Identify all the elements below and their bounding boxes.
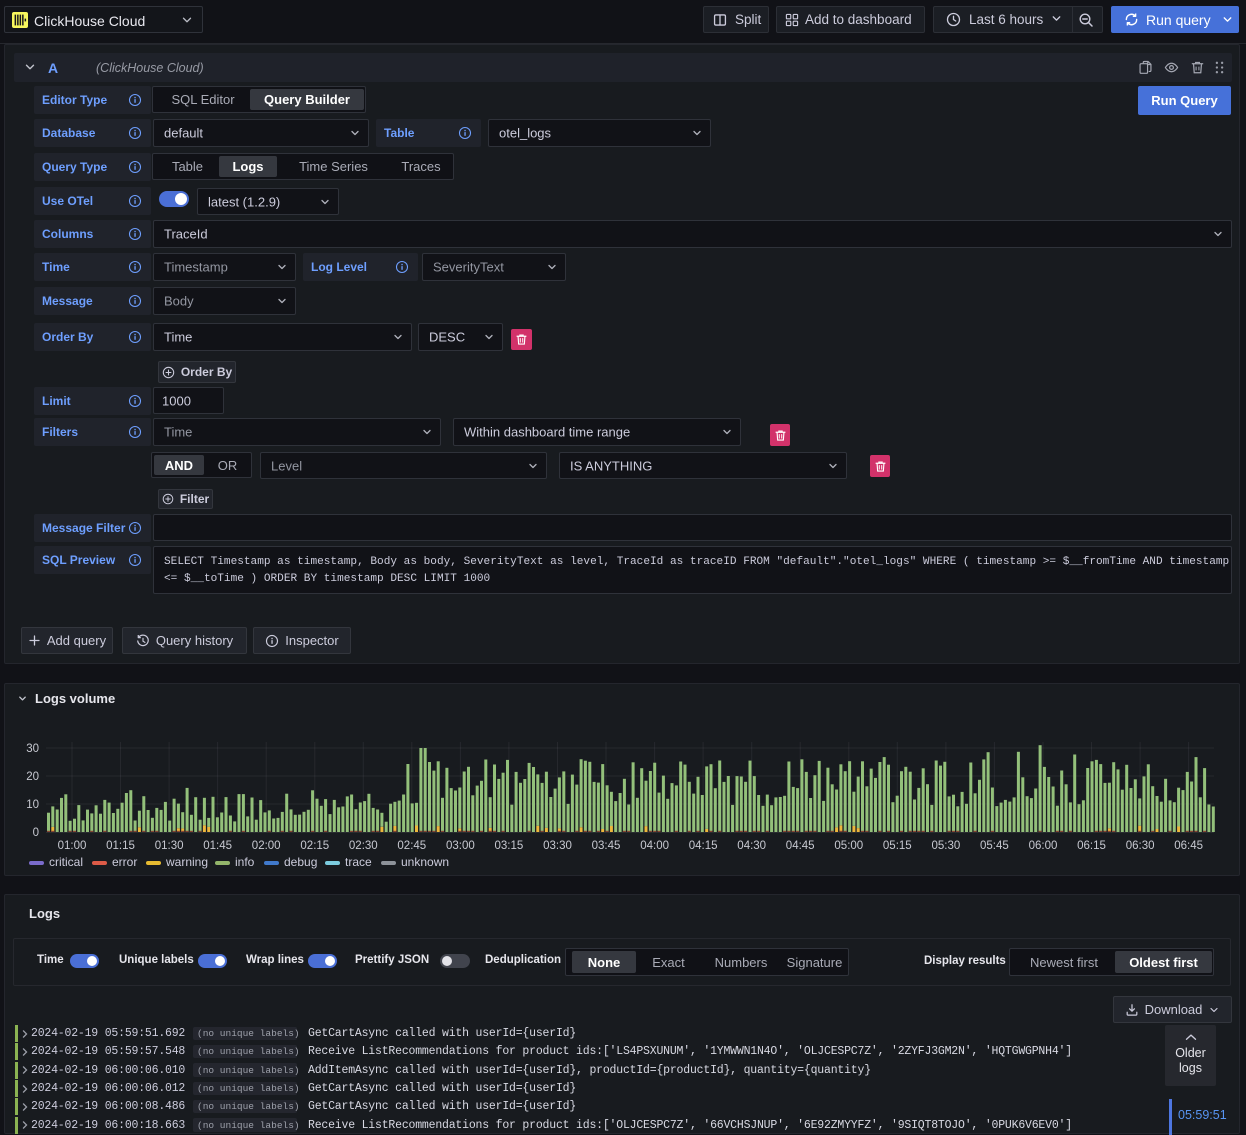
svg-text:10: 10 — [26, 799, 39, 811]
svg-text:04:45: 04:45 — [786, 840, 815, 852]
svg-text:06:30: 06:30 — [1126, 840, 1155, 852]
svg-text:01:30: 01:30 — [155, 840, 184, 852]
svg-text:03:15: 03:15 — [495, 840, 524, 852]
svg-text:03:00: 03:00 — [446, 840, 475, 852]
svg-text:20: 20 — [26, 771, 39, 783]
svg-text:03:45: 03:45 — [592, 840, 621, 852]
svg-text:04:30: 04:30 — [737, 840, 766, 852]
svg-text:05:15: 05:15 — [883, 840, 912, 852]
svg-text:04:00: 04:00 — [640, 840, 669, 852]
svg-text:06:45: 06:45 — [1174, 840, 1203, 852]
svg-text:03:30: 03:30 — [543, 840, 572, 852]
svg-text:30: 30 — [26, 743, 39, 755]
svg-text:01:00: 01:00 — [58, 840, 87, 852]
svg-text:01:45: 01:45 — [203, 840, 232, 852]
svg-text:05:30: 05:30 — [932, 840, 961, 852]
svg-text:02:00: 02:00 — [252, 840, 281, 852]
svg-text:05:45: 05:45 — [980, 840, 1009, 852]
svg-text:06:15: 06:15 — [1077, 840, 1106, 852]
svg-text:02:15: 02:15 — [300, 840, 329, 852]
svg-text:01:15: 01:15 — [106, 840, 135, 852]
svg-text:0: 0 — [33, 827, 39, 839]
svg-text:04:15: 04:15 — [689, 840, 718, 852]
svg-text:06:00: 06:00 — [1029, 840, 1058, 852]
svg-text:05:00: 05:00 — [834, 840, 863, 852]
svg-text:02:45: 02:45 — [397, 840, 426, 852]
svg-text:02:30: 02:30 — [349, 840, 378, 852]
